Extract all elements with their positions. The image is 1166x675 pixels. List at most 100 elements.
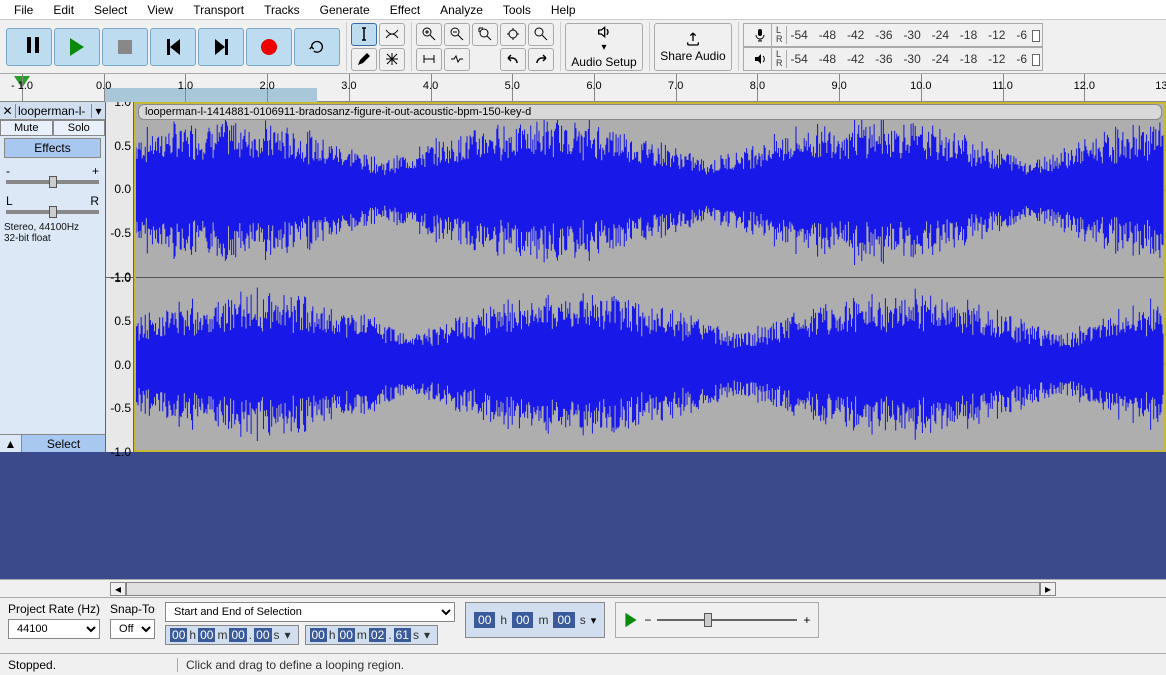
menu-view[interactable]: View <box>137 1 183 19</box>
speaker-small-icon <box>748 48 772 70</box>
play-button[interactable] <box>54 28 100 66</box>
menu-tracks[interactable]: Tracks <box>254 1 310 19</box>
menu-generate[interactable]: Generate <box>310 1 380 19</box>
envelope-icon <box>384 26 400 42</box>
selection-mode-select[interactable]: Start and End of Selection <box>165 602 455 622</box>
pause-icon <box>27 37 31 56</box>
ibeam-icon <box>356 26 372 42</box>
waveform-area[interactable]: looperman-l-1414881-0106911-bradosanz-fi… <box>134 102 1166 452</box>
record-meter[interactable]: LR -54-48-42-36-30-24-18-12-6 <box>743 23 1043 47</box>
loop-button[interactable] <box>294 28 340 66</box>
share-icon <box>685 31 701 47</box>
snap-label: Snap-To <box>110 602 155 616</box>
track-menu-button[interactable]: ▾ <box>91 104 105 118</box>
loop-icon <box>309 39 325 55</box>
menu-select[interactable]: Select <box>84 1 137 19</box>
fit-proj-icon <box>505 26 521 42</box>
gain-slider[interactable]: -+ <box>6 164 99 186</box>
menu-analyze[interactable]: Analyze <box>430 1 493 19</box>
empty-track-area[interactable] <box>0 452 1166 579</box>
menu-tools[interactable]: Tools <box>493 1 541 19</box>
skip-end-button[interactable] <box>198 28 244 66</box>
play-icon <box>70 38 84 56</box>
zoom-out-button[interactable] <box>444 23 470 46</box>
zoom-out-icon <box>449 26 465 42</box>
share-audio-button[interactable]: Share Audio <box>654 23 732 71</box>
track: ✕ looperman-l- ▾ Mute Solo Effects -+ LR… <box>0 102 1166 452</box>
track-info: Stereo, 44100Hz32-bit float <box>0 220 105 246</box>
menu-transport[interactable]: Transport <box>183 1 254 19</box>
slider-thumb[interactable] <box>49 176 57 188</box>
pause-button[interactable] <box>6 28 52 66</box>
menu-effect[interactable]: Effect <box>380 1 430 19</box>
selection-start-field[interactable]: 00h 00m 00.00s ▾ <box>165 625 298 645</box>
selection-tool[interactable] <box>351 23 377 46</box>
menu-file[interactable]: File <box>4 1 43 19</box>
redo-icon <box>533 51 549 67</box>
clip-title[interactable]: looperman-l-1414881-0106911-bradosanz-fi… <box>138 104 1162 120</box>
scroll-left-button[interactable]: ◂ <box>110 582 126 596</box>
speed-slider[interactable] <box>657 619 797 621</box>
selection-range <box>104 88 317 102</box>
track-control-panel: ✕ looperman-l- ▾ Mute Solo Effects -+ LR… <box>0 102 106 452</box>
solo-button[interactable]: Solo <box>53 120 106 136</box>
fit-selection-button[interactable] <box>472 23 498 46</box>
fit-sel-icon <box>477 26 493 42</box>
play-speed-button[interactable] <box>626 613 637 627</box>
chevron-down-icon[interactable]: ▾ <box>282 628 294 642</box>
zoom-in-button[interactable] <box>416 23 442 46</box>
record-icon <box>261 39 277 55</box>
waveform-right[interactable] <box>136 278 1164 451</box>
selection-toolbar: Project Rate (Hz) 44100 Snap-To Off Star… <box>0 597 1166 653</box>
silence-button[interactable] <box>444 48 470 71</box>
trim-button[interactable] <box>416 48 442 71</box>
pencil-icon <box>356 51 372 67</box>
timeline-ruler[interactable]: - 1.00.01.02.03.04.05.06.07.08.09.010.01… <box>0 74 1166 102</box>
draw-tool[interactable] <box>351 48 377 71</box>
record-button[interactable] <box>246 28 292 66</box>
pan-slider[interactable]: LR <box>6 194 99 216</box>
undo-button[interactable] <box>500 48 526 71</box>
multi-tool[interactable] <box>379 48 405 71</box>
mute-button[interactable]: Mute <box>0 120 53 136</box>
status-bar: Stopped. Click and drag to define a loop… <box>0 653 1166 675</box>
scroll-right-button[interactable]: ▸ <box>1040 582 1056 596</box>
menu-bar: FileEditSelectViewTransportTracksGenerat… <box>0 0 1166 20</box>
waveform-left[interactable] <box>136 104 1164 278</box>
zoom-toggle-button[interactable] <box>528 23 554 46</box>
chevron-down-icon[interactable]: ▾ <box>591 614 597 627</box>
stop-icon <box>118 40 132 54</box>
track-close-button[interactable]: ✕ <box>0 104 16 118</box>
slider-thumb[interactable] <box>49 206 57 218</box>
horizontal-scrollbar[interactable]: ◂ ▸ <box>0 579 1166 597</box>
menu-help[interactable]: Help <box>541 1 586 19</box>
fit-project-button[interactable] <box>500 23 526 46</box>
track-name[interactable]: looperman-l- <box>16 104 91 118</box>
redo-button[interactable] <box>528 48 554 71</box>
envelope-tool[interactable] <box>379 23 405 46</box>
time-display[interactable]: 00h 00m 00s ▾ <box>465 602 605 638</box>
slider-thumb[interactable] <box>704 613 712 627</box>
meter-scale: -54-48-42-36-30-24-18-12-6 <box>791 28 1039 42</box>
zoom-toggle-icon <box>533 26 549 42</box>
collapse-button[interactable]: ▲ <box>0 435 22 452</box>
effects-button[interactable]: Effects <box>4 138 101 158</box>
track-select-button[interactable]: Select <box>22 435 105 452</box>
scroll-track[interactable] <box>126 582 1040 596</box>
playback-meter[interactable]: LR -54-48-42-36-30-24-18-12-6 <box>743 47 1043 71</box>
selection-end-field[interactable]: 00h 00m 02.61s ▾ <box>305 625 438 645</box>
share-audio-label: Share Audio <box>660 49 725 63</box>
menu-edit[interactable]: Edit <box>43 1 84 19</box>
snap-select[interactable]: Off <box>110 619 155 639</box>
status-hint: Click and drag to define a looping regio… <box>178 658 404 672</box>
stop-button[interactable] <box>102 28 148 66</box>
audio-setup-button[interactable]: ▾ Audio Setup <box>565 23 643 71</box>
mic-icon <box>748 24 772 46</box>
project-rate-select[interactable]: 44100 <box>8 619 100 639</box>
chevron-down-icon[interactable]: ▾ <box>421 628 433 642</box>
skip-start-button[interactable] <box>150 28 196 66</box>
undo-icon <box>505 51 521 67</box>
main-toolbar: ▾ Audio Setup Share Audio LR -54-48-42-3… <box>0 20 1166 74</box>
zoom-in-icon <box>421 26 437 42</box>
speaker-icon <box>596 24 612 40</box>
